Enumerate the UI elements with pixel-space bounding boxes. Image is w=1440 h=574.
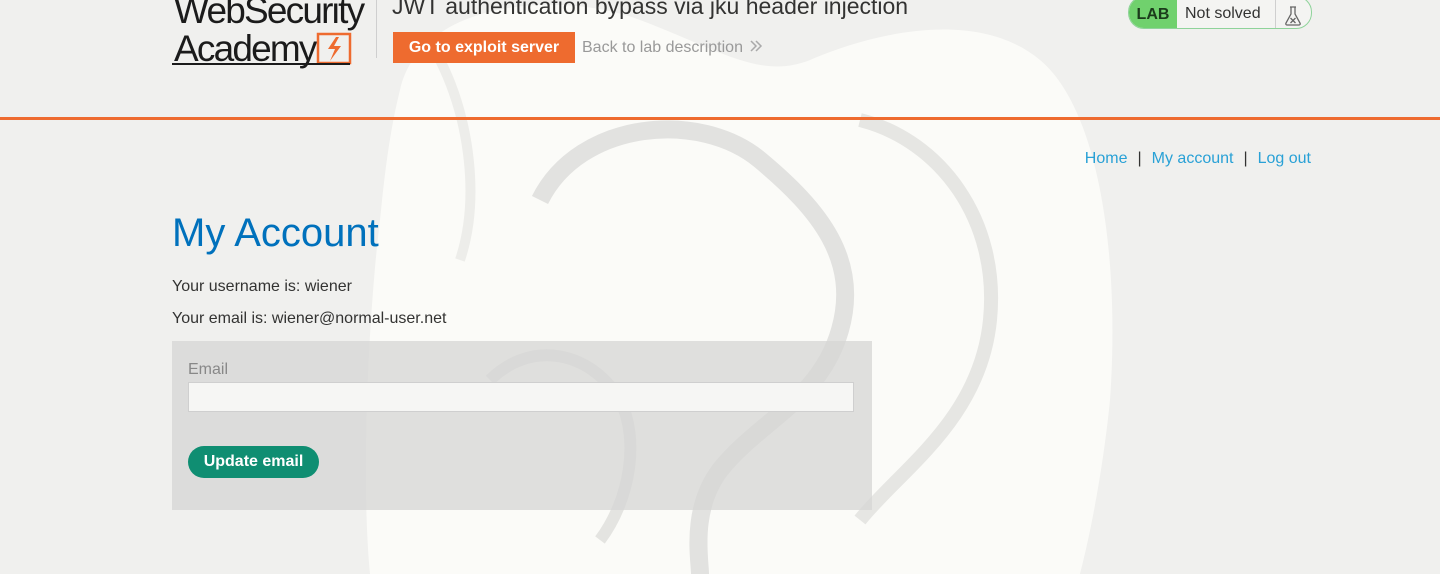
change-email-form: Email Update email [172,341,872,510]
nav-home-link[interactable]: Home [1085,150,1128,167]
header-divider [376,0,377,58]
username-info: Your username is: wiener [172,278,352,295]
lightning-bolt-icon [316,32,352,65]
nav-separator: | [1137,150,1142,167]
flask-icon [1285,6,1301,26]
go-to-exploit-server-button[interactable]: Go to exploit server [393,32,575,63]
update-email-button[interactable]: Update email [188,446,319,478]
header-accent-line [0,117,1440,120]
lab-header: WebSecurity Academy JWT authentication b… [0,0,1440,117]
back-link-label: Back to lab description [582,39,743,56]
logo-text-line1: WebSecurity [174,0,365,31]
lab-title: JWT authentication bypass via jku header… [392,0,909,19]
back-to-lab-description-link[interactable]: Back to lab description [582,38,763,58]
status-divider [1275,0,1276,28]
double-chevron-right-icon [750,40,763,52]
lab-status-widget: LAB Not solved [1128,0,1312,29]
nav-my-account-link[interactable]: My account [1152,150,1234,167]
email-info: Your email is: wiener@normal-user.net [172,310,447,327]
logo-underline [172,63,350,65]
lab-status-text: Not solved [1185,5,1261,22]
top-nav: Home | My account | Log out [1085,149,1311,169]
nav-log-out-link[interactable]: Log out [1258,150,1311,167]
logo-text-line2: Academy [174,28,317,69]
email-field[interactable] [188,382,854,412]
lab-badge: LAB [1129,0,1177,28]
nav-separator: | [1243,150,1248,167]
page-title: My Account [172,211,379,255]
email-field-label: Email [188,361,229,378]
web-security-academy-logo[interactable]: WebSecurity Academy [172,0,372,68]
